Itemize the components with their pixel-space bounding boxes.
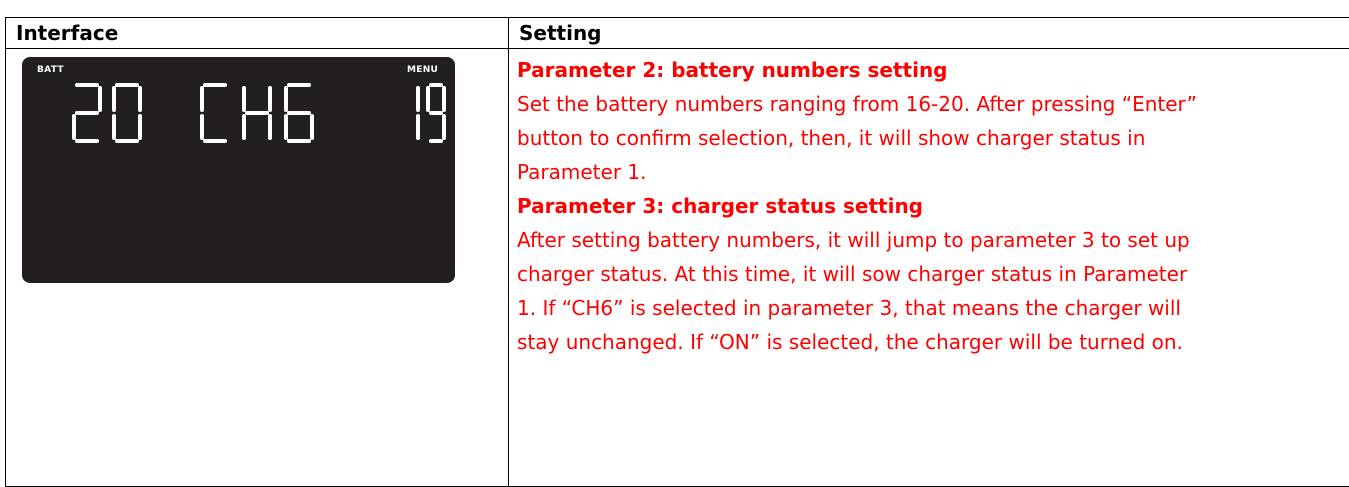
param3-line: stay unchanged. If “ON” is selected, the…: [517, 325, 1349, 359]
settings-table: Interface Setting BATT MENU Parameter 2:…: [5, 17, 1349, 487]
param3-title: Parameter 3: charger status setting: [517, 189, 1349, 223]
setting-cell: Parameter 2: battery numbers setting Set…: [509, 49, 1349, 487]
table-row: BATT MENU Parameter 2: battery numbers s…: [6, 49, 1349, 487]
header-interface: Interface: [6, 18, 509, 49]
lcd-display: BATT MENU: [22, 57, 455, 283]
param2-title: Parameter 2: battery numbers setting: [517, 53, 1349, 87]
lcd-right-digits: [418, 85, 444, 141]
param3-line: charger status. At this time, it will so…: [517, 257, 1349, 291]
param2-line: button to confirm selection, then, it wi…: [517, 121, 1349, 155]
table-header-row: Interface Setting: [6, 18, 1349, 49]
param3-line: 1. If “CH6” is selected in parameter 3, …: [517, 291, 1349, 325]
param3-line: After setting battery numbers, it will j…: [517, 223, 1349, 257]
param2-line: Set the battery numbers ranging from 16-…: [517, 87, 1349, 121]
lcd-center-text: [202, 85, 312, 141]
interface-cell: BATT MENU: [6, 49, 509, 487]
param2-line: Parameter 1.: [517, 155, 1349, 189]
lcd-segments: [22, 57, 455, 283]
lcd-left-digits: [74, 85, 140, 141]
header-setting: Setting: [509, 18, 1349, 49]
